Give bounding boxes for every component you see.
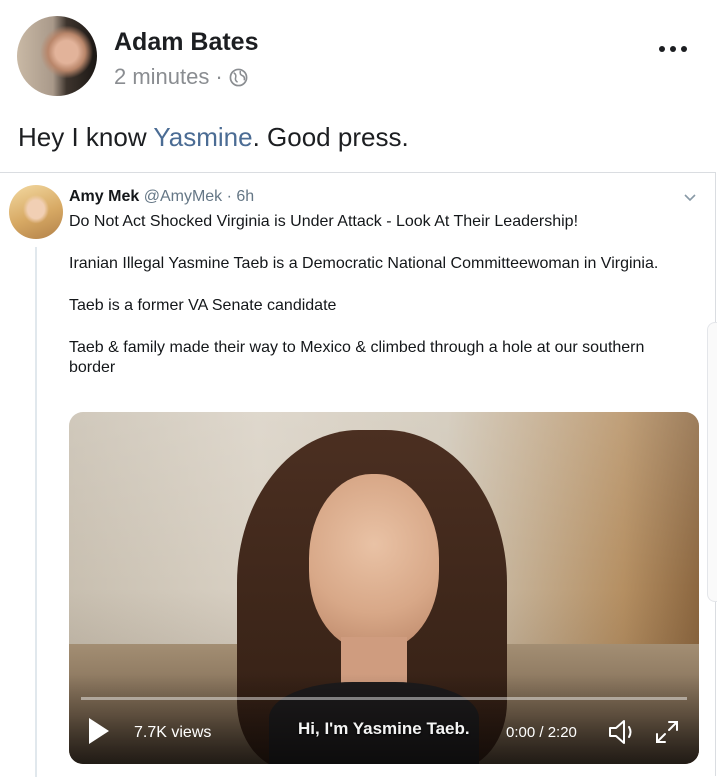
- video-controls: 7.7K views Hi, I'm Yasmine Taeb. 0:00 / …: [69, 704, 699, 764]
- fullscreen-icon[interactable]: [653, 718, 681, 746]
- author-name[interactable]: Adam Bates: [114, 28, 259, 57]
- scrollbar[interactable]: [707, 322, 717, 602]
- video-views: 7.7K views: [134, 724, 212, 741]
- video-subject-face: [309, 474, 439, 650]
- meta-separator: ·: [215, 64, 223, 89]
- more-options-icon[interactable]: [659, 46, 687, 52]
- post-text-end: . Good press.: [252, 122, 409, 152]
- chevron-down-icon[interactable]: [683, 191, 697, 205]
- play-icon[interactable]: [89, 718, 109, 744]
- tweet-time[interactable]: · 6h: [227, 188, 255, 205]
- video-progress-bar[interactable]: [81, 697, 687, 700]
- globe-icon: [229, 68, 248, 86]
- post-time[interactable]: 2 minutes: [114, 64, 209, 90]
- video-player[interactable]: 7.7K views Hi, I'm Yasmine Taeb. 0:00 / …: [69, 412, 699, 764]
- embedded-tweet[interactable]: Amy Mek @AmyMek · 6h Do Not Act Shocked …: [0, 172, 716, 777]
- video-time: 0:00 / 2:20: [506, 724, 577, 741]
- tweet-text: Do Not Act Shocked Virginia is Under Att…: [69, 212, 669, 400]
- mention-link[interactable]: Yasmine: [153, 122, 252, 152]
- tweet-line: Do Not Act Shocked Virginia is Under Att…: [69, 213, 579, 230]
- tweet-header: Amy Mek @AmyMek · 6h: [69, 188, 254, 206]
- post-text: Hey I know Yasmine. Good press.: [18, 122, 409, 153]
- post-text-start: Hey I know: [18, 122, 154, 152]
- post-meta: 2 minutes ·: [114, 64, 248, 90]
- tweet-author-name[interactable]: Amy Mek: [69, 188, 139, 205]
- author-avatar[interactable]: [17, 16, 97, 96]
- tweet-line: Taeb & family made their way to Mexico &…: [69, 339, 645, 376]
- thread-line: [35, 247, 37, 777]
- volume-icon[interactable]: [607, 718, 639, 746]
- tweet-handle[interactable]: @AmyMek: [144, 188, 222, 205]
- video-caption: Hi, I'm Yasmine Taeb.: [298, 719, 470, 738]
- tweet-line: Iranian Illegal Yasmine Taeb is a Democr…: [69, 255, 659, 272]
- tweet-avatar[interactable]: [9, 185, 63, 239]
- tweet-line: Taeb is a former VA Senate candidate: [69, 297, 337, 314]
